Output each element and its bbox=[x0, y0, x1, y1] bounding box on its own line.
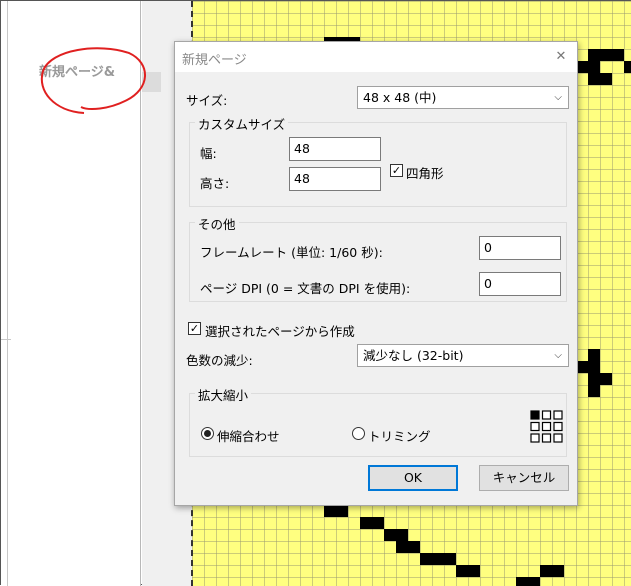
canvas-pixel bbox=[336, 505, 348, 517]
color-reduction-value: 減少なし (32-bit) bbox=[363, 348, 464, 363]
canvas-pixel bbox=[444, 553, 456, 565]
height-input[interactable]: 48 bbox=[289, 167, 381, 191]
canvas-pixel bbox=[588, 49, 600, 61]
canvas-pixel bbox=[588, 361, 600, 373]
ok-button[interactable]: OK bbox=[368, 465, 458, 491]
canvas-pixel bbox=[612, 49, 624, 61]
custom-size-group bbox=[189, 122, 567, 207]
canvas-pixel bbox=[396, 529, 408, 541]
square-label: 四角形 bbox=[406, 166, 444, 181]
chevron-down-icon: ⌵ bbox=[554, 92, 562, 103]
chevron-down-icon: ⌵ bbox=[554, 350, 562, 361]
canvas-pixel bbox=[372, 517, 384, 529]
create-from-selected-checkbox[interactable]: ✓ bbox=[188, 322, 201, 335]
canvas-pixel bbox=[540, 565, 552, 577]
canvas-pixel bbox=[468, 565, 480, 577]
canvas-pixel bbox=[360, 517, 372, 529]
canvas-pixel bbox=[588, 385, 600, 397]
trim-radio[interactable] bbox=[352, 427, 365, 440]
canvas-pixel bbox=[384, 529, 396, 541]
canvas-pixel bbox=[600, 73, 612, 85]
size-select[interactable]: 48 x 48 (中) ⌵ bbox=[357, 86, 569, 109]
new-page-dialog: 新規ページ ✕ サイズ: 48 x 48 (中) ⌵ カスタムサイズ 幅: 48… bbox=[174, 41, 578, 506]
create-from-selected-label: 選択されたページから作成 bbox=[205, 324, 355, 339]
square-checkbox[interactable]: ✓ bbox=[390, 164, 403, 177]
close-icon[interactable]: ✕ bbox=[547, 44, 575, 70]
anchor-grid-icon[interactable] bbox=[530, 410, 563, 443]
trim-label: トリミング bbox=[368, 429, 431, 444]
color-reduction-select[interactable]: 減少なし (32-bit) ⌵ bbox=[357, 344, 569, 367]
size-label: サイズ: bbox=[186, 93, 228, 108]
canvas-pixel bbox=[420, 553, 432, 565]
dpi-label: ページ DPI (0 = 文書の DPI を使用): bbox=[200, 281, 411, 296]
framerate-label: フレームレート (単位: 1/60 秒): bbox=[200, 245, 383, 260]
canvas-pixel bbox=[600, 373, 612, 385]
dpi-input[interactable]: 0 bbox=[479, 272, 561, 296]
horizontal-divider bbox=[1, 339, 11, 340]
canvas-pixel bbox=[552, 565, 564, 577]
canvas-pixel bbox=[588, 73, 600, 85]
scaling-title: 拡大縮小 bbox=[195, 385, 252, 404]
dialog-titlebar: 新規ページ ✕ bbox=[175, 42, 577, 72]
canvas-pixel bbox=[588, 349, 600, 361]
color-reduction-label: 色数の減少: bbox=[186, 353, 253, 368]
cancel-button[interactable]: キャンセル bbox=[479, 465, 569, 491]
canvas-pixel bbox=[408, 541, 420, 553]
canvas-pixel bbox=[456, 565, 468, 577]
canvas-pixel bbox=[396, 541, 408, 553]
panel-divider bbox=[7, 1, 8, 586]
canvas-pixel bbox=[324, 505, 336, 517]
framerate-input[interactable]: 0 bbox=[479, 236, 561, 260]
radio-selected-dot bbox=[204, 430, 211, 437]
canvas-pixel bbox=[588, 61, 600, 73]
canvas-pixel bbox=[600, 49, 612, 61]
custom-size-title: カスタムサイズ bbox=[195, 114, 289, 133]
dialog-title: 新規ページ bbox=[182, 53, 247, 68]
canvas-pixel bbox=[432, 553, 444, 565]
red-circle-annotation bbox=[40, 47, 146, 114]
width-label: 幅: bbox=[200, 146, 217, 161]
canvas-pixel bbox=[624, 61, 631, 73]
height-label: 高さ: bbox=[200, 176, 230, 191]
size-select-value: 48 x 48 (中) bbox=[363, 90, 437, 105]
stretch-label: 伸縮合わせ bbox=[217, 429, 280, 444]
other-title: その他 bbox=[195, 214, 239, 233]
canvas-pixel bbox=[588, 373, 600, 385]
width-input[interactable]: 48 bbox=[289, 137, 381, 161]
stretch-radio[interactable] bbox=[201, 427, 214, 440]
